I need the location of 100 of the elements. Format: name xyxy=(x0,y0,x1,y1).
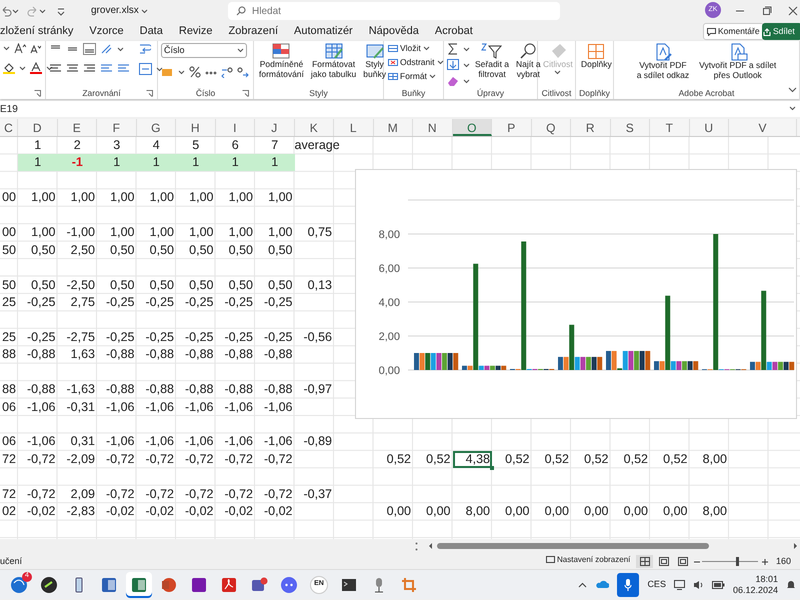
restore-icon[interactable] xyxy=(762,6,772,16)
monitor-icon[interactable] xyxy=(674,580,685,590)
microphone-button[interactable] xyxy=(617,572,640,596)
clock[interactable]: 18:01 06.12.2024 xyxy=(732,574,778,595)
column-header[interactable]: H xyxy=(176,119,216,136)
column-header[interactable]: C xyxy=(0,119,18,136)
caret-icon[interactable] xyxy=(178,70,185,74)
orientation-icon[interactable] xyxy=(100,43,113,55)
expand-formula-icon[interactable] xyxy=(789,106,797,111)
column-header[interactable]: I xyxy=(216,119,255,136)
align-center-icon[interactable] xyxy=(66,63,79,74)
align-left-icon[interactable] xyxy=(49,63,62,74)
shrink-font-icon[interactable] xyxy=(30,43,41,54)
decrease-indent-icon[interactable] xyxy=(100,63,113,74)
zoom-in-icon[interactable] xyxy=(762,559,768,565)
column-header[interactable]: J xyxy=(255,119,294,136)
column-header[interactable]: R xyxy=(571,119,610,136)
column-header[interactable]: D xyxy=(18,119,58,136)
column-header[interactable]: M xyxy=(374,119,413,136)
file-name-button[interactable]: grover.xlsx xyxy=(90,5,149,17)
increase-decimal-icon[interactable] xyxy=(221,66,233,78)
customize-icon[interactable] xyxy=(56,6,66,16)
name-box[interactable]: E19 xyxy=(0,102,18,116)
dialog-launcher-icon[interactable] xyxy=(34,90,41,97)
ribbon-button[interactable]: Doplňky xyxy=(579,43,614,70)
input-method[interactable]: CES xyxy=(647,578,666,592)
share-button[interactable]: Sdílet xyxy=(762,23,800,40)
zoom-level[interactable]: 160 xyxy=(776,555,792,568)
ribbon-tab[interactable]: zložení stránky xyxy=(0,23,82,40)
ribbon-button[interactable]: Vytvořit PDF a sdílet přes Outlook xyxy=(697,43,778,81)
ribbon-menu-button[interactable]: Odstranit xyxy=(387,57,444,68)
caret-icon[interactable] xyxy=(156,66,163,72)
column-header[interactable]: E xyxy=(58,119,97,136)
ribbon-button[interactable]: Podmíněné formátování xyxy=(257,43,306,80)
caret-icon[interactable] xyxy=(3,46,10,51)
zoom-out-icon[interactable] xyxy=(694,559,700,565)
column-header[interactable]: L xyxy=(334,119,374,136)
column-header[interactable]: G xyxy=(136,119,176,136)
caret-icon[interactable] xyxy=(19,66,26,70)
column-header[interactable]: V xyxy=(729,119,797,136)
cell-selection[interactable]: 4,38 xyxy=(452,450,492,468)
decrease-decimal-icon[interactable] xyxy=(237,66,249,78)
column-header[interactable]: U xyxy=(690,119,729,136)
column-header[interactable]: F xyxy=(97,119,136,136)
ribbon-button[interactable]: Vytvořit PDF a sdílet odkaz xyxy=(634,43,692,81)
wrap-text-icon[interactable] xyxy=(139,43,151,55)
number-format-dropdown[interactable]: Číslo xyxy=(161,43,247,58)
comments-button[interactable]: Komentáře xyxy=(703,23,764,40)
chevron-up-icon[interactable] xyxy=(578,582,588,588)
column-header[interactable]: K xyxy=(294,119,334,136)
ribbon-button[interactable]: Styly buňky xyxy=(361,43,388,80)
ribbon-tab[interactable]: Automatizér xyxy=(286,23,361,40)
caret-icon[interactable] xyxy=(12,8,19,14)
ribbon-menu-button[interactable]: Formát xyxy=(387,71,444,82)
caret-icon[interactable] xyxy=(140,8,148,14)
ribbon-tab[interactable]: Data xyxy=(132,23,171,40)
font-color-icon[interactable] xyxy=(30,62,42,74)
zoom-slider-thumb[interactable] xyxy=(736,557,739,566)
horizontal-scrollbar[interactable] xyxy=(428,541,798,551)
view-settings-button[interactable]: Nastavení zobrazení xyxy=(545,555,632,565)
fill-color-icon[interactable] xyxy=(3,62,15,74)
caret-icon[interactable] xyxy=(46,66,53,70)
caret-icon[interactable] xyxy=(39,8,46,14)
ribbon-tab[interactable]: Acrobat xyxy=(426,23,481,40)
grow-font-icon[interactable] xyxy=(14,43,26,54)
ribbon-tab[interactable]: Revize xyxy=(170,23,220,40)
taskbar-button[interactable] xyxy=(126,572,152,598)
caret-icon[interactable] xyxy=(463,62,470,68)
fill-down-icon[interactable] xyxy=(447,59,459,71)
ribbon-tab[interactable]: Vzorce xyxy=(81,23,132,40)
collapse-ribbon-icon[interactable] xyxy=(788,87,797,93)
normal-view-icon[interactable] xyxy=(636,555,653,568)
ribbon-tab[interactable]: Nápověda xyxy=(360,23,427,40)
search-field[interactable]: Hledat xyxy=(228,2,560,20)
align-right-icon[interactable] xyxy=(83,63,96,74)
ribbon-button[interactable]: Najít a vybrat xyxy=(514,43,543,80)
align-bottom-icon[interactable] xyxy=(83,43,96,55)
dialog-launcher-icon[interactable] xyxy=(242,90,249,97)
column-header[interactable]: O xyxy=(452,119,492,136)
ribbon-button[interactable]: Formátovat jako tabulku xyxy=(308,43,358,80)
eraser-icon[interactable] xyxy=(447,75,459,87)
ribbon-button[interactable]: Seřadit a filtrovat xyxy=(473,43,512,80)
merge-cells-icon[interactable] xyxy=(139,63,152,75)
sum-icon[interactable] xyxy=(447,43,459,55)
column-header[interactable]: P xyxy=(492,119,532,136)
close-icon[interactable] xyxy=(788,6,798,16)
splitter-icon[interactable] xyxy=(415,542,418,551)
caret-icon[interactable] xyxy=(117,46,124,52)
cloud-icon[interactable] xyxy=(595,580,610,589)
dialog-launcher-icon[interactable] xyxy=(146,90,153,97)
caret-icon[interactable] xyxy=(463,46,470,52)
ribbon-menu-button[interactable]: Vložit xyxy=(387,43,444,54)
column-header[interactable]: S xyxy=(610,119,650,136)
speaker-icon[interactable] xyxy=(692,580,704,590)
ribbon-tab[interactable]: Zobrazení xyxy=(220,23,286,40)
undo-icon[interactable] xyxy=(0,5,12,17)
battery-icon[interactable] xyxy=(712,580,725,588)
notification-bell-icon[interactable] xyxy=(786,579,796,590)
increase-indent-icon[interactable] xyxy=(117,63,130,74)
column-header[interactable]: Q xyxy=(532,119,571,136)
